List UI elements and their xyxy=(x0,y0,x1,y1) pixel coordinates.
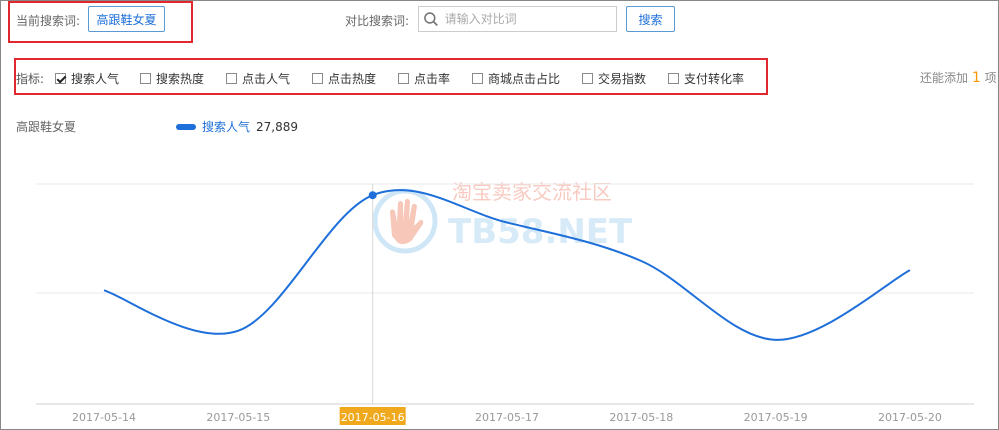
series-term-label: 高跟鞋女夏 xyxy=(16,120,77,134)
metric-checkbox[interactable] xyxy=(55,73,66,84)
metrics-label: 指标: xyxy=(16,72,45,86)
line-chart: 淘宝卖家交流社区 TB58.NET 2017-05-14 2017-05-15 20… xyxy=(36,180,974,425)
metric-checkbox[interactable] xyxy=(582,73,593,84)
x-tick-label: 2017-05-17 xyxy=(475,411,539,424)
current-term-button[interactable]: 高跟鞋女夏 xyxy=(88,6,165,32)
x-tick-label: 2017-05-19 xyxy=(744,411,808,424)
legend-series-value: 27,889 xyxy=(256,119,299,134)
metric-checkbox[interactable] xyxy=(398,73,409,84)
metric-label: 点击率 xyxy=(414,72,451,86)
add-count: 1 xyxy=(971,70,981,86)
highlight-point[interactable] xyxy=(368,191,377,200)
legend-swatch xyxy=(176,123,196,130)
watermark-text-en: TB58.NET xyxy=(448,212,633,252)
metric-search-popularity[interactable]: 搜索人气 xyxy=(55,70,119,87)
metric-click-rate[interactable]: 点击率 xyxy=(398,70,450,87)
watermark-hand-icon xyxy=(390,198,424,244)
metric-mall-click-share[interactable]: 商城点击占比 xyxy=(472,70,560,87)
metric-click-popularity[interactable]: 点击人气 xyxy=(226,70,290,87)
x-tick-label: 2017-05-18 xyxy=(609,411,673,424)
metric-payment-conversion[interactable]: 支付转化率 xyxy=(668,70,744,87)
current-term-label: 当前搜索词: xyxy=(16,14,81,28)
metric-search-heat[interactable]: 搜索热度 xyxy=(140,70,204,87)
compare-term-input[interactable] xyxy=(440,12,616,26)
search-button[interactable]: 搜索 xyxy=(626,6,675,32)
metrics-highlight-box xyxy=(14,58,768,95)
metric-label: 搜索人气 xyxy=(71,72,120,86)
metric-label: 交易指数 xyxy=(598,72,647,86)
compare-term-label: 对比搜索词: xyxy=(345,14,410,28)
metric-checkbox[interactable] xyxy=(140,73,151,84)
compare-search-box[interactable] xyxy=(418,6,617,32)
metric-label: 点击热度 xyxy=(328,72,377,86)
metric-label: 商城点击占比 xyxy=(488,72,561,86)
metric-label: 支付转化率 xyxy=(684,72,745,86)
metric-checkbox[interactable] xyxy=(668,73,679,84)
add-suffix: 项 xyxy=(984,71,997,85)
remaining-add-info: 还能添加 1 项 xyxy=(920,69,997,86)
metric-label: 搜索热度 xyxy=(156,72,205,86)
metric-checkbox[interactable] xyxy=(472,73,483,84)
x-tick-label: 2017-05-14 xyxy=(72,411,136,424)
metric-checkbox[interactable] xyxy=(226,73,237,84)
x-tick-label: 2017-05-15 xyxy=(206,411,270,424)
x-axis: 2017-05-14 2017-05-15 2017-05-16 2017-05-17… xyxy=(72,407,942,425)
metric-label: 点击人气 xyxy=(242,72,291,86)
search-icon xyxy=(424,12,438,27)
x-tick-label: 2017-05-20 xyxy=(878,411,942,424)
x-tick-label: 2017-05-16 xyxy=(341,411,405,424)
metric-checkbox[interactable] xyxy=(312,73,323,84)
metric-click-heat[interactable]: 点击热度 xyxy=(312,70,376,87)
metric-transaction-index[interactable]: 交易指数 xyxy=(582,70,646,87)
legend-series-name: 搜索人气 xyxy=(202,120,251,134)
add-prefix: 还能添加 xyxy=(920,71,969,85)
chart-legend[interactable]: 搜索人气 27,889 xyxy=(176,118,298,135)
